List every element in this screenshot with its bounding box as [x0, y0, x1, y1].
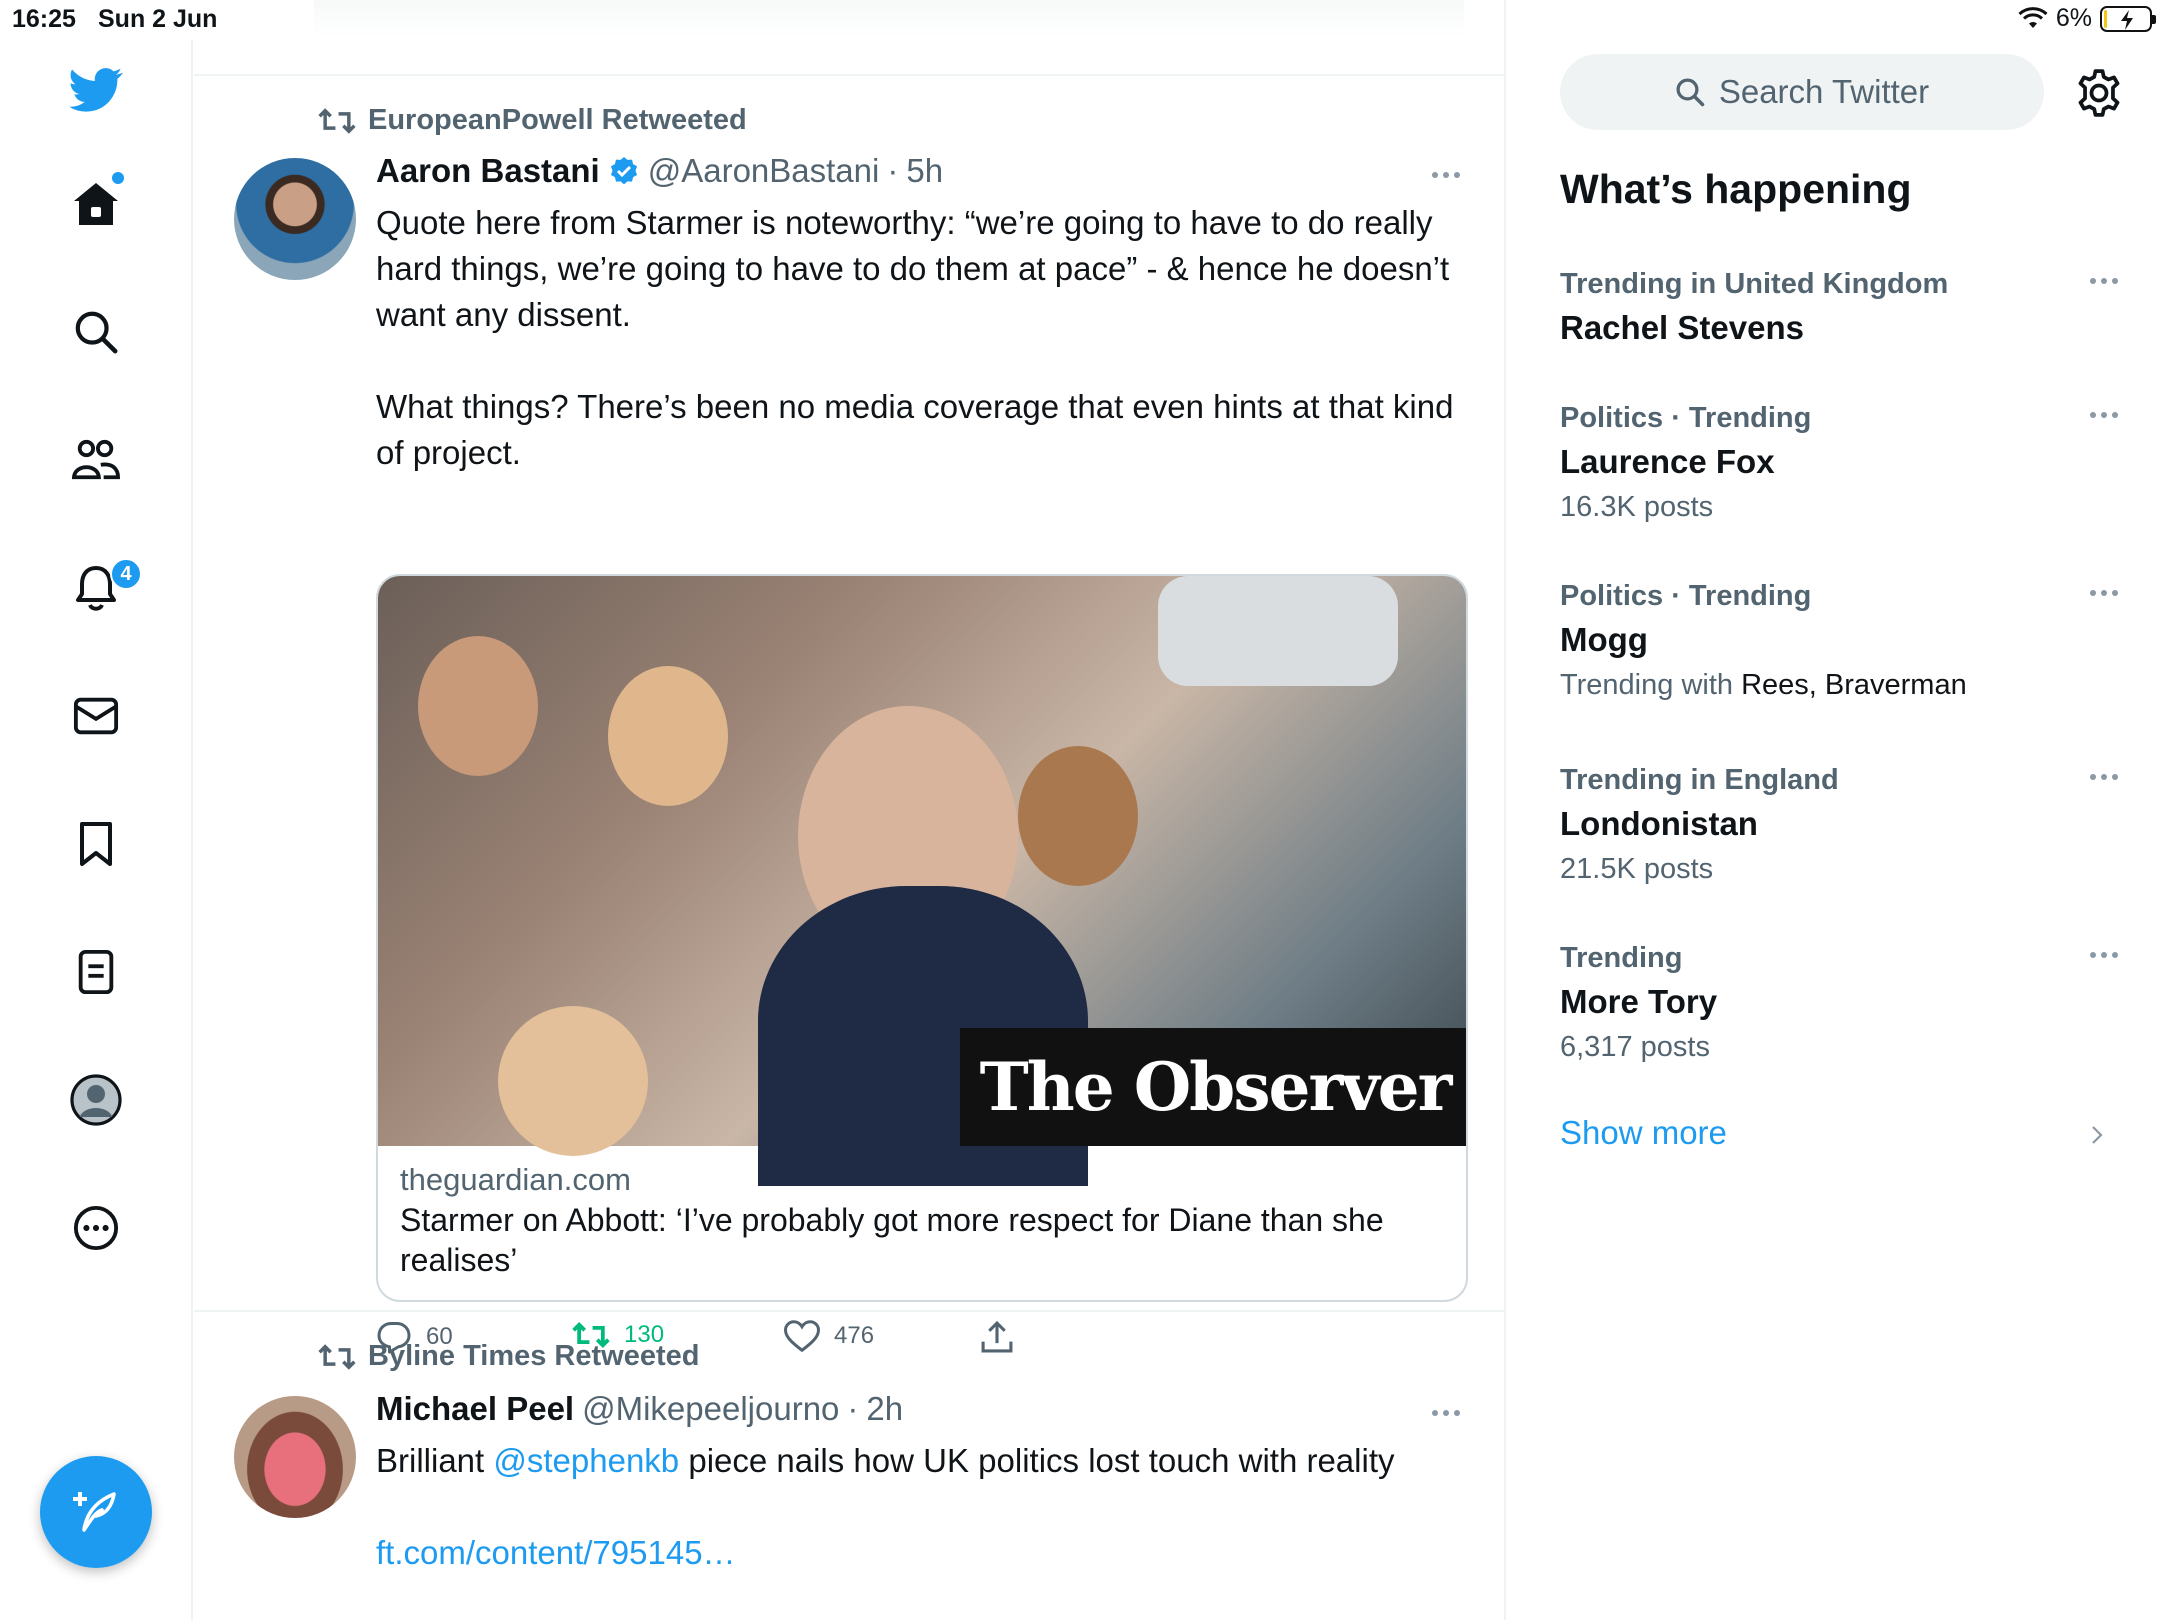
link-card[interactable]: The Observer theguardian.com Starmer on … — [376, 574, 1468, 1302]
author-handle[interactable]: @Mikepeeljourno — [582, 1390, 839, 1428]
avatar[interactable] — [234, 1396, 356, 1518]
retweet-context: Byline Times Retweeted — [318, 1340, 699, 1373]
author-name[interactable]: Michael Peel — [376, 1390, 574, 1428]
trend-related: Trending with Rees, Braverman — [1560, 664, 2120, 706]
lists-icon[interactable] — [66, 942, 126, 1002]
avatar[interactable] — [234, 158, 356, 280]
more-icon[interactable] — [66, 1198, 126, 1258]
trend-more-icon[interactable] — [2090, 412, 2118, 418]
tweet-text: Quote here from Starmer is noteworthy: “… — [376, 200, 1476, 476]
timeline[interactable]: EuropeanPowell Retweeted Aaron Bastani @… — [194, 0, 1506, 1620]
status-time: 16:25 — [12, 5, 76, 33]
trend-related-names: Rees, Braverman — [1741, 669, 1967, 701]
trend-more-icon[interactable] — [2090, 952, 2118, 958]
notifications-badge: 4 — [110, 558, 142, 590]
tweet-text-paragraph: Quote here from Starmer is noteworthy: “… — [376, 204, 1450, 333]
right-sidebar: Search Twitter What’s happening Trending… — [1508, 0, 2160, 1620]
tweet-more-icon[interactable] — [1432, 1410, 1460, 1416]
left-navigation: 4 — [0, 40, 193, 1620]
retweet-context: EuropeanPowell Retweeted — [318, 104, 747, 137]
trend-related-prefix: Trending with — [1560, 669, 1742, 701]
separator-dot: · — [887, 152, 899, 189]
retweet-context-label: EuropeanPowell Retweeted — [368, 104, 747, 136]
tweet-text-segment: piece nails how UK politics lost touch w… — [679, 1442, 1395, 1479]
author-name[interactable]: Aaron Bastani — [376, 152, 600, 190]
trend-post-count: 21.5K posts — [1560, 853, 1714, 885]
tweet-time[interactable]: 2h — [866, 1390, 903, 1428]
twitter-logo-icon[interactable] — [66, 60, 126, 120]
trend-context: Trending — [1560, 942, 1683, 974]
tweet-header: Michael Peel @Mikepeeljourno · 2h — [376, 1390, 903, 1428]
trend-item[interactable]: Trending in United Kingdom Rachel Steven… — [1560, 264, 2120, 352]
compose-tweet-icon — [73, 1492, 116, 1532]
tweet-text-segment: Brilliant — [376, 1442, 494, 1479]
trend-context: Trending in United Kingdom — [1560, 268, 1949, 300]
image-caption: The Observer — [960, 1028, 1466, 1146]
chevron-right-icon — [2092, 1126, 2103, 1144]
trend-item[interactable]: Politics · Trending Mogg Trending with R… — [1560, 576, 2120, 706]
tweet[interactable]: Byline Times Retweeted Michael Peel @Mik… — [194, 1312, 1504, 1620]
trend-item[interactable]: Politics · Trending Laurence Fox 16.3K p… — [1560, 398, 2120, 528]
tweet-more-icon[interactable] — [1432, 172, 1460, 178]
trend-post-count: 6,317 posts — [1560, 1031, 1710, 1063]
trend-item[interactable]: Trending More Tory 6,317 posts — [1560, 938, 2120, 1068]
bookmarks-icon[interactable] — [66, 814, 126, 874]
separator-dot: · — [847, 1390, 859, 1427]
retweet-context-label: Byline Times Retweeted — [368, 1340, 700, 1372]
link-card-domain: theguardian.com — [400, 1162, 631, 1197]
trend-item[interactable]: Trending in England Londonistan 21.5K po… — [1560, 760, 2120, 890]
trend-context: Politics · Trending — [1560, 402, 1812, 434]
retweet-icon — [318, 1343, 356, 1370]
author-handle[interactable]: @AaronBastani — [648, 152, 880, 190]
trend-more-icon[interactable] — [2090, 590, 2118, 596]
tweet[interactable]: EuropeanPowell Retweeted Aaron Bastani @… — [194, 76, 1504, 1354]
messages-icon[interactable] — [66, 686, 126, 746]
tweet-header: Aaron Bastani @AaronBastani · 5h — [376, 152, 943, 190]
settings-gear-icon[interactable] — [2074, 68, 2124, 118]
tweet-text-paragraph: What things? There’s been no media cover… — [376, 388, 1454, 471]
trend-name: Mogg — [1560, 621, 1648, 658]
tweet-time[interactable]: 5h — [906, 152, 943, 190]
search-icon — [1676, 78, 1705, 107]
trend-post-count: 16.3K posts — [1560, 491, 1714, 523]
compose-tweet-button[interactable] — [40, 1456, 152, 1568]
trend-name: Londonistan — [1560, 805, 1758, 842]
home-icon[interactable] — [66, 172, 126, 234]
search-input[interactable]: Search Twitter — [1560, 54, 2044, 130]
tweet-text: Brilliant @stephenkb piece nails how UK … — [376, 1438, 1476, 1576]
link-card-title: Starmer on Abbott: ‘I’ve probably got mo… — [400, 1202, 1384, 1278]
whats-happening-title: What’s happening — [1560, 166, 1912, 212]
link-card-image[interactable]: The Observer — [378, 576, 1466, 1186]
trend-more-icon[interactable] — [2090, 278, 2118, 284]
search-icon[interactable] — [66, 302, 126, 362]
profile-icon[interactable] — [66, 1070, 126, 1130]
trend-name: More Tory — [1560, 983, 1718, 1020]
tweet-text-paragraph: Brilliant @stephenkb piece nails how UK … — [376, 1438, 1476, 1484]
mention-link[interactable]: @stephenkb — [493, 1442, 679, 1479]
trend-name: Rachel Stevens — [1560, 309, 1804, 346]
trend-context: Politics · Trending — [1560, 580, 1812, 612]
trend-context: Trending in England — [1560, 764, 1839, 796]
retweet-icon — [318, 107, 356, 134]
trend-name: Laurence Fox — [1560, 443, 1775, 480]
timeline-header — [314, 0, 1464, 38]
verified-badge-icon — [610, 157, 637, 185]
show-more-link[interactable]: Show more — [1560, 1114, 1727, 1152]
trend-more-icon[interactable] — [2090, 774, 2118, 780]
url-link[interactable]: ft.com/content/795145… — [376, 1530, 1476, 1576]
search-placeholder: Search Twitter — [1718, 73, 1930, 110]
communities-icon[interactable] — [66, 430, 126, 490]
notifications-icon[interactable]: 4 — [66, 558, 142, 618]
